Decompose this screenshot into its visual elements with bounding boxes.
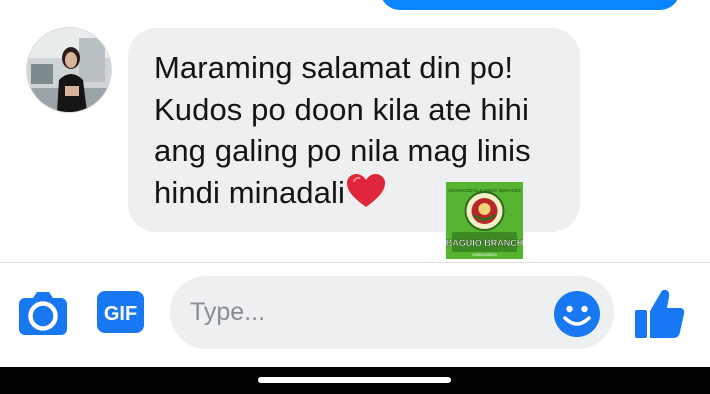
message-line: Kudos po doon kila ate hihi (154, 91, 529, 127)
composer-divider (0, 262, 710, 263)
watermark-top-text: ADVANCED CLEANING SERVICES (448, 188, 521, 193)
camera-icon[interactable] (18, 289, 68, 335)
emoji-icon[interactable] (553, 290, 601, 338)
message-input[interactable] (190, 294, 530, 330)
watermark-logo: ADVANCED CLEANING SERVICES BAGUIO BRANCH… (446, 182, 523, 259)
message-line: Maraming salamat din po! (154, 50, 514, 85)
watermark-small-text: 09000000000 (472, 252, 497, 257)
avatar-photo (27, 28, 111, 112)
red-heart-icon (346, 173, 386, 220)
sent-message-bubble[interactable] (380, 0, 680, 10)
message-line: ang galing po nila mag linis (154, 133, 531, 168)
watermark-main-text: BAGUIO BRANCH (446, 238, 523, 248)
message-composer[interactable] (170, 276, 614, 349)
gif-button[interactable]: GIF (97, 291, 144, 333)
message-line-text: hindi minadali (154, 174, 345, 210)
thumbs-up-icon[interactable] (633, 286, 687, 340)
gif-label: GIF (104, 303, 137, 325)
avatar[interactable] (26, 27, 112, 113)
home-indicator[interactable] (258, 377, 451, 383)
